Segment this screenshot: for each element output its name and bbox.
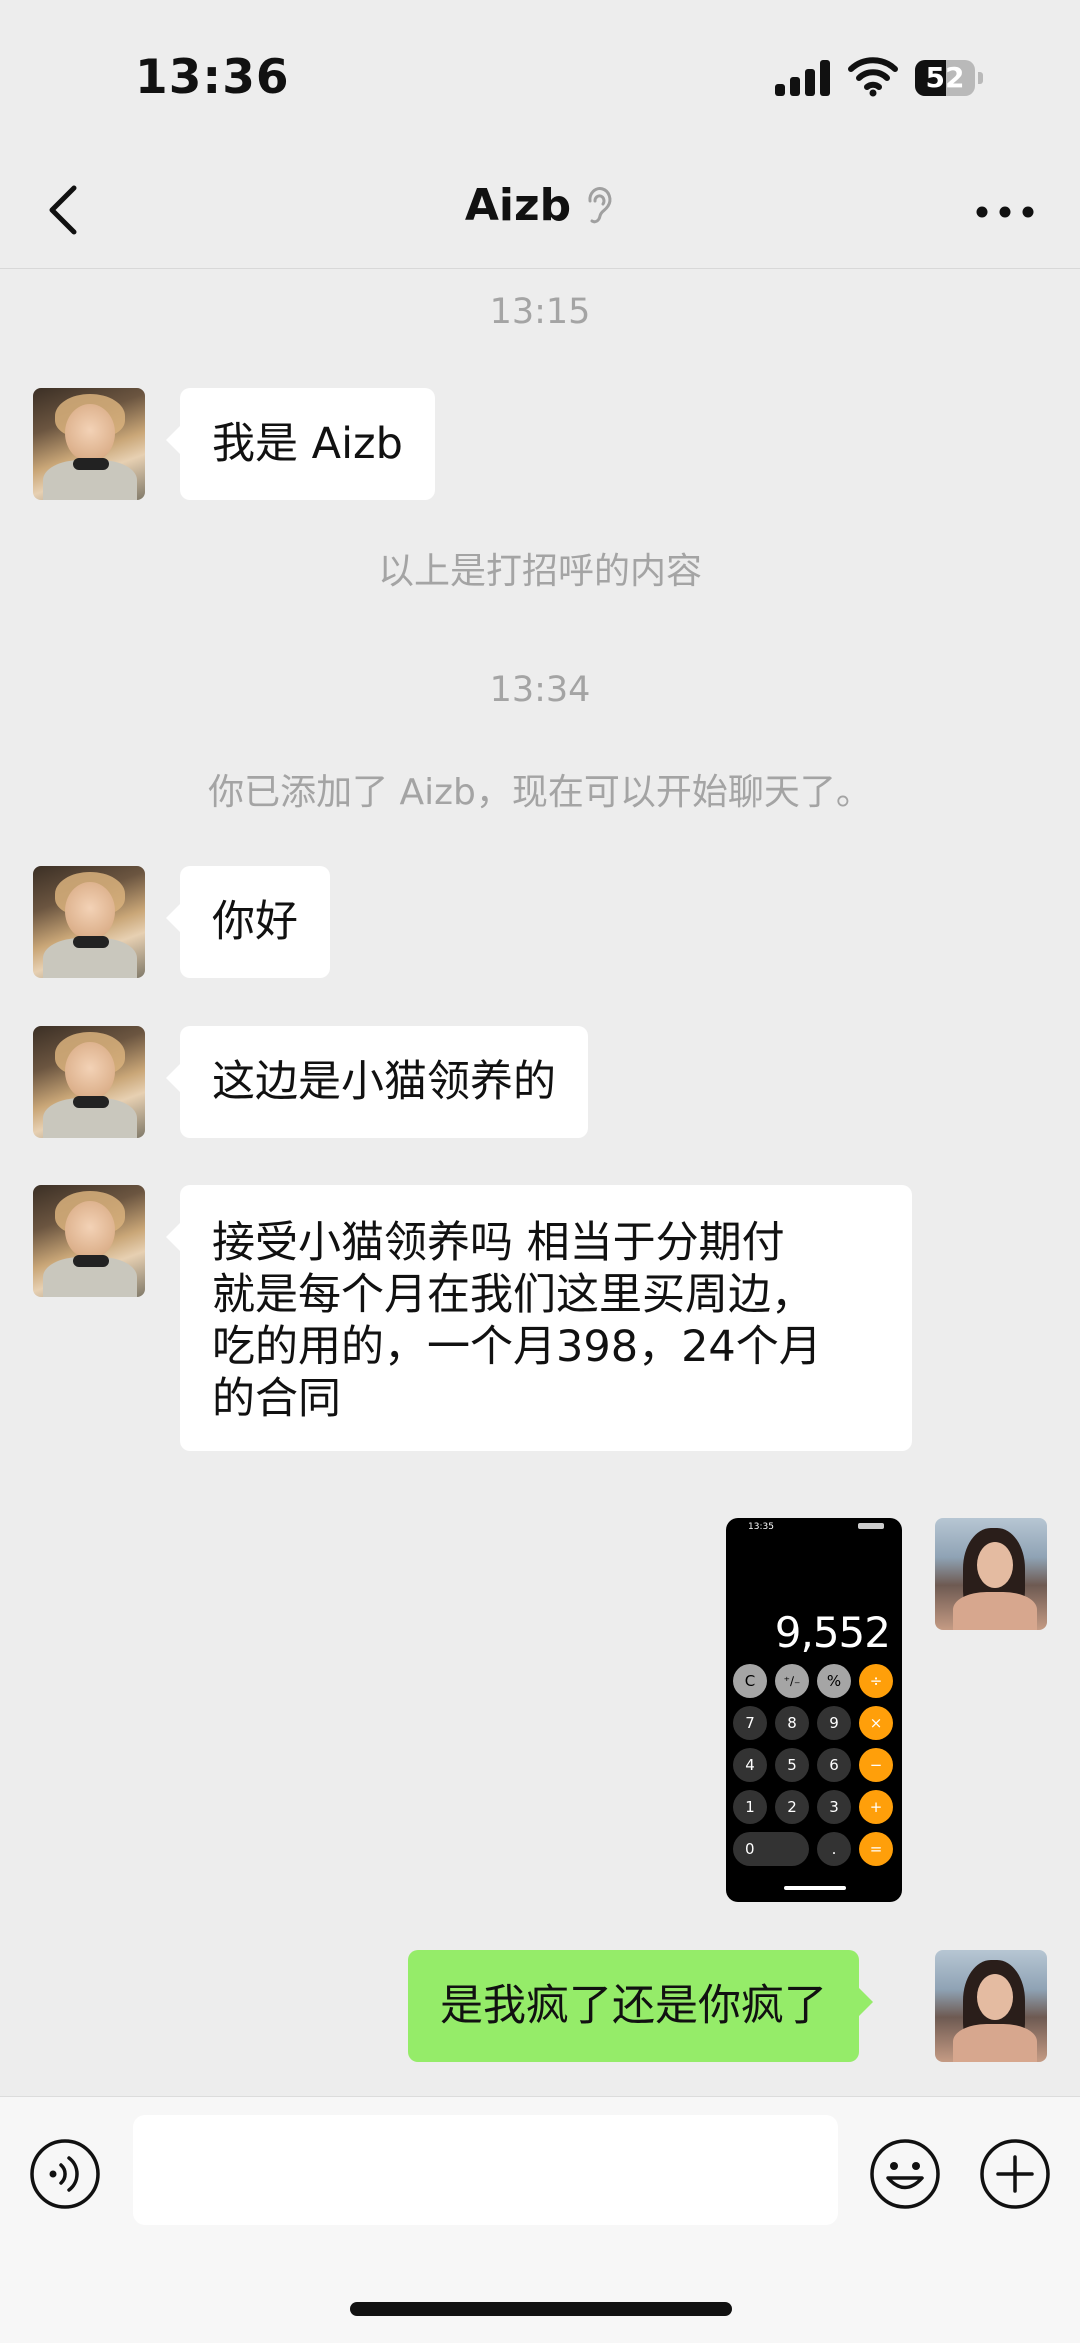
calc-key: 7 [733, 1706, 767, 1740]
home-indicator[interactable] [350, 2302, 732, 2316]
image-message-calculator[interactable]: 13:35 9,552 C ⁺∕₋ % ÷ 7 8 9 × 4 5 6 − 1 … [726, 1518, 902, 1902]
calc-key: 3 [817, 1790, 851, 1824]
message-bubble[interactable]: 这边是小猫领养的 [166, 1026, 588, 1138]
plus-icon[interactable] [978, 2137, 1052, 2211]
avatar[interactable] [33, 388, 145, 500]
calc-key: + [859, 1790, 893, 1824]
ellipsis-icon[interactable] [975, 205, 1035, 219]
system-message: 以上是打招呼的内容 [377, 551, 702, 592]
message-text-line: 的合同 [212, 1374, 341, 1424]
message-input[interactable] [133, 2115, 838, 2225]
calc-key: 2 [775, 1790, 809, 1824]
message-text: 你好 [212, 897, 298, 947]
calc-key: . [817, 1832, 851, 1866]
self-avatar[interactable] [935, 1950, 1047, 2062]
calc-key: − [859, 1748, 893, 1782]
calc-key: 8 [775, 1706, 809, 1740]
calc-key: C [733, 1664, 767, 1698]
signal-icon [775, 60, 831, 96]
calc-key: × [859, 1706, 893, 1740]
image-status-bar: 13:35 [726, 1518, 902, 1538]
calc-key: 0 [733, 1832, 809, 1866]
calc-key: 6 [817, 1748, 851, 1782]
avatar[interactable] [33, 866, 145, 978]
timestamp: 13:34 [489, 670, 591, 710]
status-time: 13:36 [135, 50, 290, 105]
emoji-icon[interactable] [868, 2137, 942, 2211]
avatar[interactable] [33, 1185, 145, 1297]
calc-key: 9 [817, 1706, 851, 1740]
calculator-display: 9,552 [774, 1608, 891, 1657]
calc-key: % [817, 1664, 851, 1698]
chat-title: Aizb [464, 180, 572, 231]
message-text-line: 吃的用的，一个月398，24个月 [212, 1322, 822, 1372]
self-avatar[interactable] [935, 1518, 1047, 1630]
avatar[interactable] [33, 1026, 145, 1138]
system-message: 你已添加了 Aizb，现在可以开始聊天了。 [208, 772, 872, 813]
image-status-time: 13:35 [748, 1522, 774, 1532]
ear-icon [588, 186, 612, 223]
message-bubble[interactable]: 我是 Aizb [166, 388, 435, 500]
message-text: 是我疯了还是你疯了 [440, 1981, 827, 2031]
sent-message-bubble[interactable]: 是我疯了还是你疯了 [408, 1950, 873, 2062]
wifi-icon [848, 57, 898, 97]
battery-percent: 52 [925, 61, 965, 94]
timestamp: 13:15 [489, 292, 591, 332]
calculator-keypad: C ⁺∕₋ % ÷ 7 8 9 × 4 5 6 − 1 2 3 + 0 . = [733, 1664, 895, 1884]
calc-key: 4 [733, 1748, 767, 1782]
message-bubble[interactable]: 你好 [166, 866, 330, 978]
message-text: 我是 Aizb [212, 419, 403, 469]
calc-key: 5 [775, 1748, 809, 1782]
battery-icon: 52 [915, 60, 985, 96]
image-home-indicator [784, 1886, 846, 1890]
message-text-line: 接受小猫领养吗 相当于分期付 [212, 1218, 785, 1268]
status-bar: 13:36 52 [0, 0, 1080, 150]
calc-key: = [859, 1832, 893, 1866]
chat-header: Aizb [0, 150, 1080, 269]
message-bubble[interactable]: 接受小猫领养吗 相当于分期付 就是每个月在我们这里买周边， 吃的用的，一个月39… [166, 1185, 912, 1451]
calc-key: ⁺∕₋ [775, 1664, 809, 1698]
voice-icon[interactable] [28, 2137, 102, 2211]
calc-key: 1 [733, 1790, 767, 1824]
message-text: 这边是小猫领养的 [212, 1057, 556, 1107]
calc-key: ÷ [859, 1664, 893, 1698]
message-text-line: 就是每个月在我们这里买周边， [212, 1270, 814, 1320]
